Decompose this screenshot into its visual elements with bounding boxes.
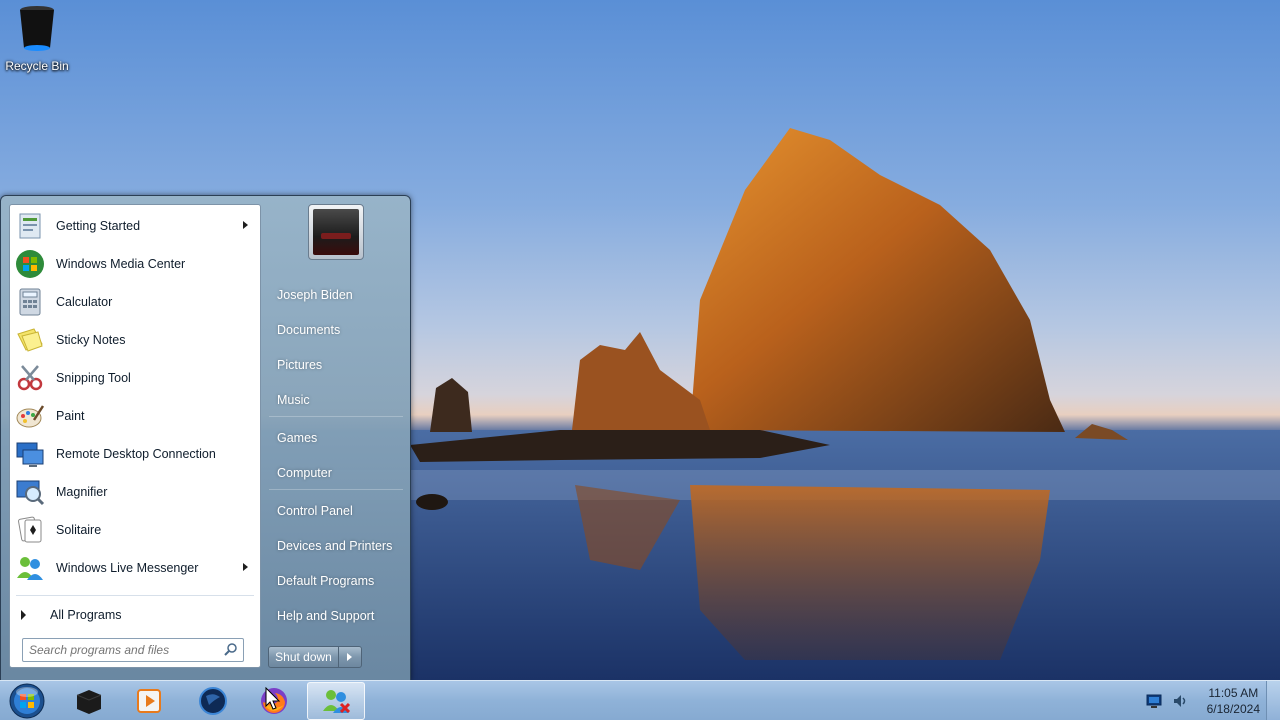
program-label: Windows Media Center bbox=[56, 257, 186, 271]
start-search-box[interactable] bbox=[22, 638, 244, 662]
program-getting-started[interactable]: Getting Started bbox=[10, 207, 260, 245]
user-avatar[interactable] bbox=[308, 204, 364, 260]
snipping-tool-icon bbox=[17, 365, 43, 391]
taskbar-users-button[interactable] bbox=[307, 682, 365, 720]
submenu-arrow-icon bbox=[243, 563, 248, 571]
taskbar-media-player-button[interactable] bbox=[120, 682, 178, 720]
search-icon[interactable] bbox=[223, 642, 239, 658]
place-pictures[interactable]: Pictures bbox=[277, 358, 322, 372]
program-label: Windows Live Messenger bbox=[56, 561, 199, 575]
paint-icon bbox=[16, 405, 45, 428]
program-label: Snipping Tool bbox=[56, 371, 131, 385]
program-sticky-notes[interactable]: Sticky Notes bbox=[10, 321, 260, 359]
solitaire-icon bbox=[18, 516, 42, 543]
program-label: Getting Started bbox=[56, 219, 141, 233]
program-label: Paint bbox=[56, 409, 85, 423]
taskbar-globe-button[interactable] bbox=[184, 682, 242, 720]
program-calculator[interactable]: Calculator bbox=[10, 283, 260, 321]
all-programs-button[interactable]: All Programs bbox=[10, 601, 260, 629]
recycle-bin-icon bbox=[20, 6, 54, 51]
calculator-icon bbox=[19, 288, 41, 316]
avatar-image bbox=[313, 209, 359, 255]
program-paint[interactable]: Paint bbox=[10, 397, 260, 435]
mouse-cursor-icon bbox=[265, 687, 281, 710]
media-player-icon bbox=[137, 689, 161, 713]
start-orb-icon[interactable] bbox=[6, 682, 48, 720]
program-label: Calculator bbox=[56, 295, 113, 309]
taskbar: 11:05 AM 6/18/2024 bbox=[0, 680, 1280, 720]
places-divider bbox=[269, 416, 403, 417]
desktop-icon-label: Recycle Bin bbox=[5, 59, 69, 73]
program-windows-live-messenger[interactable]: Windows Live Messenger bbox=[10, 549, 260, 587]
globe-icon bbox=[199, 687, 227, 715]
place-documents[interactable]: Documents bbox=[277, 323, 340, 337]
place-default-programs[interactable]: Default Programs bbox=[277, 574, 374, 588]
place-computer[interactable]: Computer bbox=[277, 466, 332, 480]
all-programs-label: All Programs bbox=[50, 608, 122, 622]
programs-divider bbox=[16, 595, 254, 596]
submenu-arrow-icon bbox=[243, 221, 248, 229]
magnifier-icon bbox=[16, 480, 45, 506]
place-user-folder[interactable]: Joseph Biden bbox=[277, 288, 353, 302]
users-icon bbox=[323, 690, 351, 714]
place-help-and-support[interactable]: Help and Support bbox=[277, 609, 374, 623]
shutdown-options-arrow-icon[interactable] bbox=[339, 647, 361, 667]
program-solitaire[interactable]: Solitaire bbox=[10, 511, 260, 549]
place-music[interactable]: Music bbox=[277, 393, 310, 407]
remote-desktop-icon bbox=[16, 442, 44, 467]
media-center-icon bbox=[16, 250, 44, 278]
place-control-panel[interactable]: Control Panel bbox=[277, 504, 353, 518]
program-label: Remote Desktop Connection bbox=[56, 447, 216, 461]
clock-time: 11:05 AM bbox=[1208, 686, 1259, 700]
program-label: Solitaire bbox=[56, 523, 102, 537]
monitor-icon[interactable] bbox=[1145, 692, 1163, 710]
expand-arrow-icon bbox=[21, 610, 26, 620]
start-menu-programs-pane: Getting Started Windows Media Center Cal… bbox=[9, 204, 261, 668]
start-menu-places-pane: Joseph Biden Documents Pictures Music Ga… bbox=[263, 204, 409, 680]
clock-date: 6/18/2024 bbox=[1206, 702, 1260, 716]
system-tray: 11:05 AM 6/18/2024 bbox=[1145, 681, 1260, 720]
desktop-icon-recycle-bin[interactable]: Recycle Bin bbox=[4, 4, 70, 73]
terminal-icon bbox=[76, 690, 102, 714]
places-divider bbox=[269, 489, 403, 490]
program-label: Magnifier bbox=[56, 485, 108, 499]
program-windows-media-center[interactable]: Windows Media Center bbox=[10, 245, 260, 283]
program-remote-desktop-connection[interactable]: Remote Desktop Connection bbox=[10, 435, 260, 473]
sticky-notes-icon bbox=[17, 328, 43, 352]
program-magnifier[interactable]: Magnifier bbox=[10, 473, 260, 511]
place-devices-and-printers[interactable]: Devices and Printers bbox=[277, 539, 392, 553]
program-snipping-tool[interactable]: Snipping Tool bbox=[10, 359, 260, 397]
shutdown-control: Shut down bbox=[268, 646, 362, 668]
shutdown-button[interactable]: Shut down bbox=[269, 647, 339, 667]
start-menu: Getting Started Windows Media Center Cal… bbox=[0, 195, 411, 681]
taskbar-terminal-button[interactable] bbox=[60, 682, 118, 720]
messenger-icon bbox=[17, 557, 43, 580]
getting-started-icon bbox=[19, 213, 41, 239]
place-games[interactable]: Games bbox=[277, 431, 317, 445]
volume-icon[interactable] bbox=[1171, 692, 1189, 710]
show-desktop-button[interactable] bbox=[1266, 681, 1280, 720]
program-label: Sticky Notes bbox=[56, 333, 126, 347]
taskbar-clock[interactable]: 11:05 AM 6/18/2024 bbox=[1207, 685, 1260, 717]
start-search-input[interactable] bbox=[29, 643, 219, 657]
